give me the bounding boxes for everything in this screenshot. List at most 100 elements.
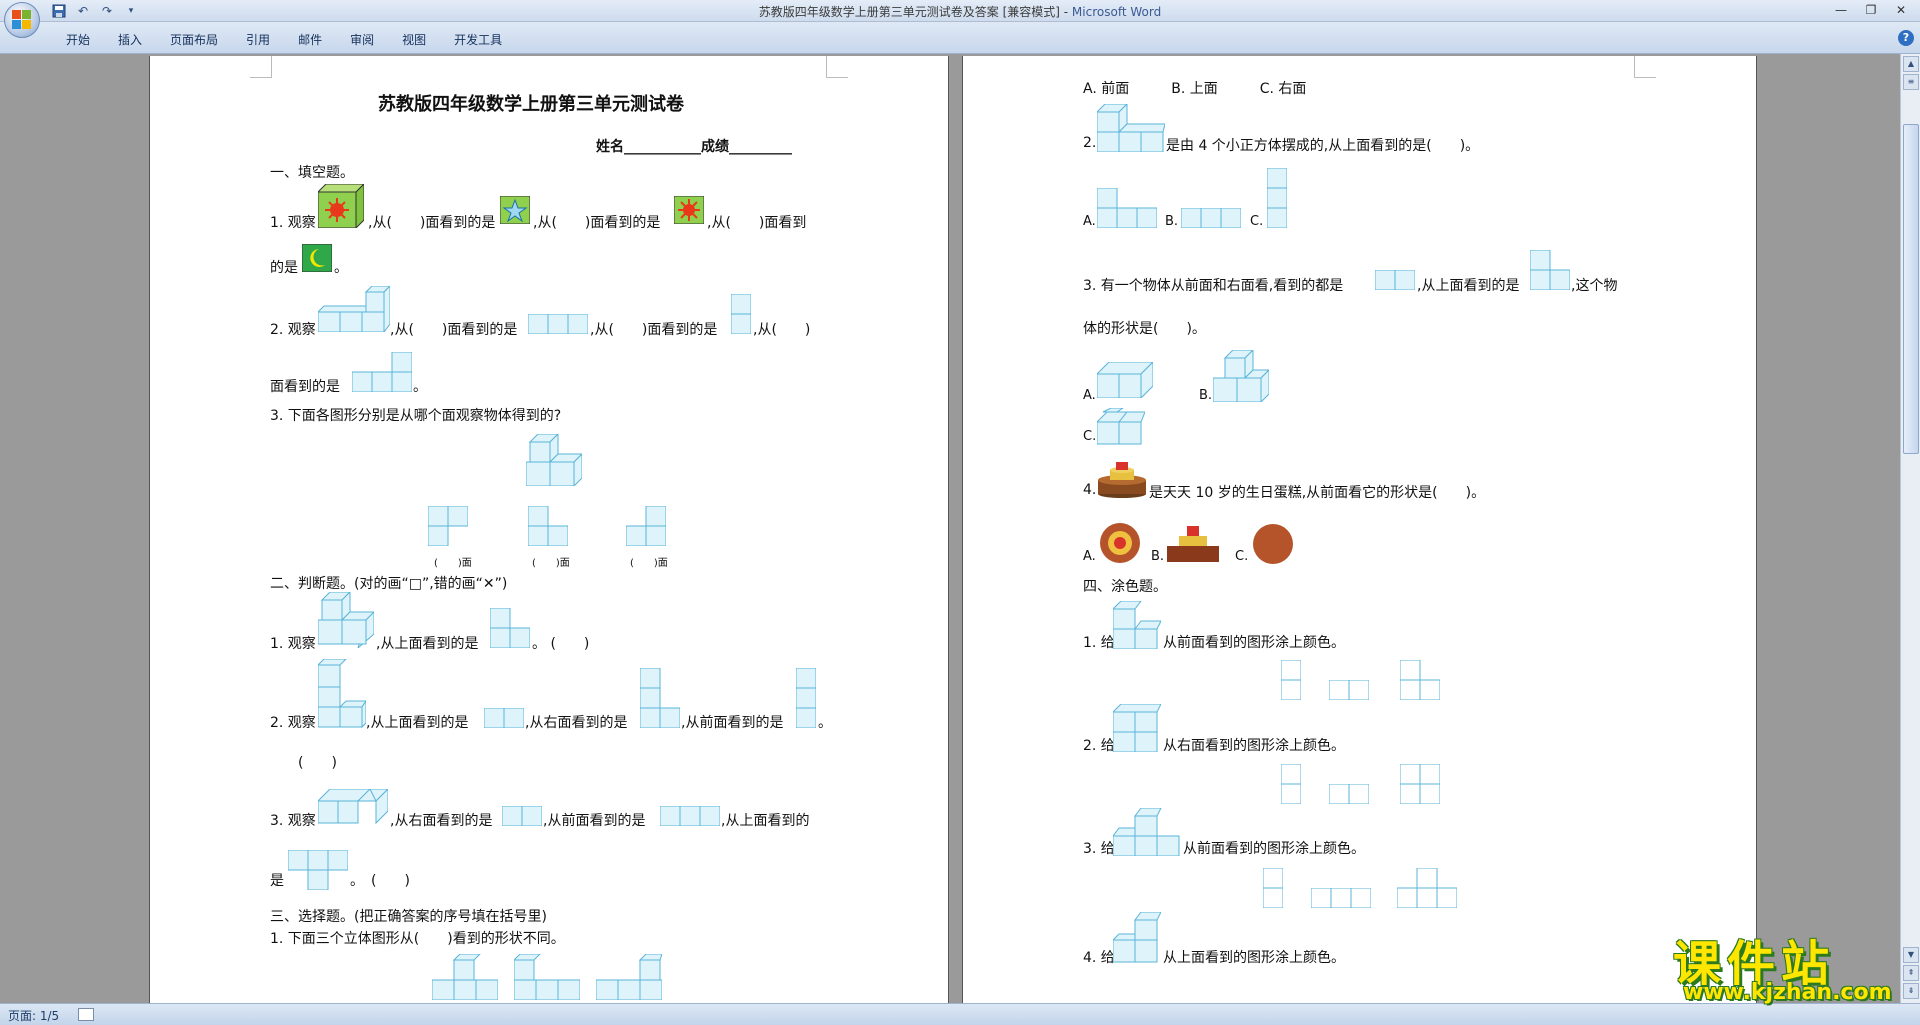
close-icon[interactable]: ✕ xyxy=(1886,0,1916,20)
section-color: 四、涂色题。 xyxy=(1083,579,1167,595)
star-square-image xyxy=(499,195,531,228)
office-logo-icon xyxy=(12,10,32,30)
p2-text-a: 2. 给 xyxy=(1083,738,1115,754)
view-shape xyxy=(527,505,569,550)
scroll-down-icon[interactable]: ▼ xyxy=(1903,947,1919,963)
ribbon-tabs: 开始 插入 页面布局 引用 邮件 审阅 视图 开发工具 xyxy=(52,28,516,51)
page-count[interactable]: 页面: 1/5 xyxy=(8,1007,59,1024)
view-shape xyxy=(527,313,589,338)
cube-figure xyxy=(595,953,663,1003)
cube-figure xyxy=(316,787,390,829)
tab-references[interactable]: 引用 xyxy=(232,28,284,51)
scroll-thumb[interactable] xyxy=(1903,124,1919,454)
tab-review[interactable]: 审阅 xyxy=(336,28,388,51)
window-title: 苏教版四年级数学上册第三单元测试卷及答案 [兼容模式] - Microsoft … xyxy=(758,5,1162,19)
cube-figure xyxy=(1111,600,1162,653)
q2-text-a: 2. 观察 xyxy=(270,322,316,338)
view-shape xyxy=(625,505,667,550)
ruler-toggle-icon[interactable]: ≡ xyxy=(1903,74,1919,90)
c1-options: A. 前面 B. 上面 C. 右面 xyxy=(1083,81,1307,97)
minimize-icon[interactable]: — xyxy=(1826,0,1856,20)
j2-text-f: ( ) xyxy=(298,755,337,771)
cube-figure xyxy=(1111,703,1162,756)
view-shape xyxy=(795,667,817,732)
view-shape xyxy=(351,351,413,396)
q1-text-f: 。 xyxy=(334,260,348,276)
q2-text-b: ,从( )面看到的是 xyxy=(390,322,518,338)
p4-text-a: 4. 给 xyxy=(1083,950,1115,966)
q1-text-d: ,从( )面看到 xyxy=(707,215,807,231)
j3-text-e: 是 xyxy=(270,873,284,889)
view-shape xyxy=(1280,659,1302,704)
help-icon[interactable]: ? xyxy=(1898,30,1914,46)
option-b: B. xyxy=(1151,549,1165,564)
q1-text-e: 的是 xyxy=(270,260,298,276)
j3-text-c: ,从前面看到的是 xyxy=(543,813,646,829)
vertical-scrollbar[interactable]: ▲ ≡ ▼ ⇞ ⇟ xyxy=(1900,54,1920,1003)
j1-text-b: ,从上面看到的是 xyxy=(376,636,479,652)
cube-figure xyxy=(317,590,376,652)
cube-figure xyxy=(316,284,392,336)
tab-page-layout[interactable]: 页面布局 xyxy=(156,28,232,51)
p3-text-b: 从前面看到的图形涂上颜色。 xyxy=(1183,841,1365,857)
proofing-icon[interactable] xyxy=(78,1008,94,1021)
p4-text-b: 从上面看到的图形涂上颜色。 xyxy=(1163,950,1345,966)
answer-paren: ( )面 xyxy=(434,558,472,569)
watermark-logo: 课件站 www.kjzhan.com xyxy=(1665,924,1905,1005)
section-choice: 三、选择题。(把正确答案的序号填在括号里) xyxy=(270,909,547,925)
name-score-line: 姓名___________成绩_________ xyxy=(596,139,792,155)
cube-figure xyxy=(316,658,367,733)
previous-page-icon[interactable]: ⇞ xyxy=(1903,965,1919,981)
c2-text-b: 是由 4 个小正方体摆成的,从上面看到的是( )。 xyxy=(1166,138,1480,154)
view-shape xyxy=(489,607,531,652)
j2-text-d: ,从前面看到的是 xyxy=(681,715,784,731)
maximize-icon[interactable]: ❐ xyxy=(1856,0,1886,20)
view-shape xyxy=(1096,187,1158,232)
tab-mailings[interactable]: 邮件 xyxy=(284,28,336,51)
p1-text-b: 从前面看到的图形涂上颜色。 xyxy=(1163,635,1345,651)
view-shape xyxy=(1262,867,1284,912)
j3-text-b: ,从右面看到的是 xyxy=(390,813,493,829)
view-shape xyxy=(1266,167,1288,232)
q2-text-f: 。 xyxy=(413,379,427,395)
watermark-url: www.kjzhan.com xyxy=(1683,980,1892,1005)
view-shape xyxy=(1529,249,1571,294)
tab-developer[interactable]: 开发工具 xyxy=(440,28,516,51)
status-bar: 页面: 1/5 xyxy=(0,1003,1920,1025)
tab-insert[interactable]: 插入 xyxy=(104,28,156,51)
j1-text-c: 。 ( ) xyxy=(532,636,590,652)
view-shape xyxy=(1328,679,1370,704)
next-page-icon[interactable]: ⇟ xyxy=(1903,983,1919,999)
j3-text-a: 3. 观察 xyxy=(270,813,316,829)
p2-text-b: 从右面看到的图形涂上颜色。 xyxy=(1163,738,1345,754)
section-fill-blank: 一、填空题。 xyxy=(270,165,354,181)
cake-front-view-image xyxy=(1167,526,1219,566)
q2-text-e: 面看到的是 xyxy=(270,379,340,395)
view-shape xyxy=(639,667,681,732)
cake-circle-image xyxy=(1252,523,1294,569)
option-c: C. xyxy=(1083,429,1097,444)
cake-image xyxy=(1097,460,1147,502)
view-shape xyxy=(427,505,469,550)
view-shape xyxy=(1399,659,1441,704)
q1-text-b: ,从( )面看到的是 xyxy=(368,215,496,231)
page-right: A. 前面 B. 上面 C. 右面 2. 是由 4 个小正方体摆成的,从上面看到… xyxy=(963,56,1756,1003)
office-button[interactable] xyxy=(4,2,40,38)
j3-text-f: 。 ( ) xyxy=(350,873,410,889)
c2-text-a: 2. xyxy=(1083,135,1097,151)
scroll-up-icon[interactable]: ▲ xyxy=(1903,56,1919,72)
answer-paren: ( )面 xyxy=(630,558,668,569)
window-controls: — ❐ ✕ xyxy=(1826,0,1916,20)
tab-view[interactable]: 视图 xyxy=(388,28,440,51)
p3-text-a: 3. 给 xyxy=(1083,841,1115,857)
tab-home[interactable]: 开始 xyxy=(52,28,104,51)
title-bar: ↶ ↷ ▾ 苏教版四年级数学上册第三单元测试卷及答案 [兼容模式] - Micr… xyxy=(0,0,1920,22)
view-shape xyxy=(501,805,543,830)
c4-text-a: 4. xyxy=(1083,482,1097,498)
cube-figure xyxy=(1095,360,1155,402)
cake-top-view-image xyxy=(1099,522,1141,568)
c1-text: 1. 下面三个立体图形从( )看到的形状不同。 xyxy=(270,931,565,947)
option-a: A. xyxy=(1083,388,1096,403)
cube-figure xyxy=(1111,911,1162,970)
view-shape xyxy=(483,707,525,732)
